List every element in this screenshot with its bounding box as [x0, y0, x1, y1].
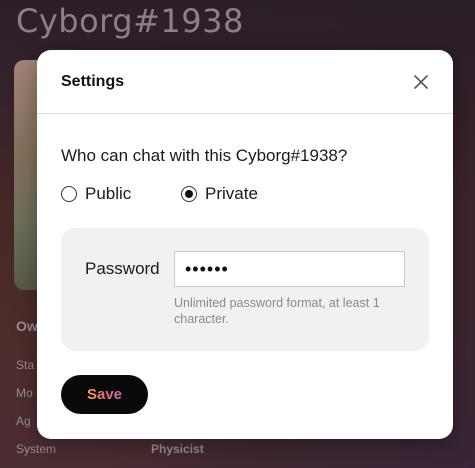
- radio-label: Private: [205, 184, 258, 203]
- password-label: Password: [85, 259, 160, 278]
- radio-private[interactable]: Private: [181, 184, 258, 204]
- close-button[interactable]: [411, 72, 431, 92]
- background-row-label: Sta: [16, 358, 35, 372]
- close-icon: [414, 74, 428, 89]
- background-row-label: System: [16, 442, 57, 456]
- modal-header: Settings: [37, 50, 453, 114]
- password-panel: Password Unlimited password format, at l…: [61, 228, 429, 351]
- radio-selected-dot: [185, 190, 193, 198]
- background-owner-label: Ow: [16, 318, 38, 334]
- background-row-label: Ag: [16, 414, 31, 428]
- password-input[interactable]: [174, 251, 405, 287]
- radio-button[interactable]: [61, 186, 77, 202]
- background-title: Cyborg#1938: [16, 2, 244, 40]
- modal-title: Settings: [61, 72, 125, 90]
- radio-label: Public: [85, 184, 132, 203]
- save-button[interactable]: Save: [61, 375, 148, 414]
- background-row-label: Mo: [16, 386, 33, 400]
- radio-button-selected[interactable]: [181, 186, 197, 202]
- background-system-value: Physicist: [151, 442, 204, 456]
- chat-permission-radio-group: Public Private: [61, 184, 258, 204]
- chat-permission-question: Who can chat with this Cyborg#1938?: [61, 146, 348, 165]
- settings-modal: Settings Who can chat with this Cyborg#1…: [37, 50, 453, 439]
- password-hint: Unlimited password format, at least 1 ch…: [174, 296, 380, 326]
- radio-public[interactable]: Public: [61, 184, 181, 204]
- save-button-label: Save: [86, 386, 123, 403]
